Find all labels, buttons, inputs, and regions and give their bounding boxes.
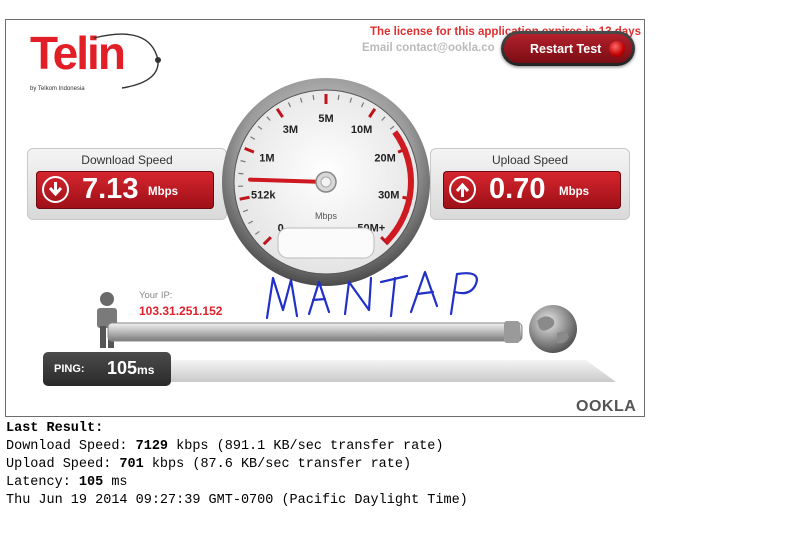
logo-subtitle: by Telkom Indonesia [30,86,85,92]
handwritten-mantap [265,270,478,320]
upload-panel: Upload Speed 0.70 Mbps [430,148,630,220]
download-value: 7.13 [82,173,139,205]
result-latency: Latency: 105 ms [6,475,128,490]
ping-value-group: 105ms [107,358,154,379]
gauge-scale-label: 30M [378,189,399,201]
gauge-scale-label: 5M [318,113,333,125]
record-dot-icon [609,41,625,57]
upload-readout: 0.70 Mbps [443,171,621,209]
ookla-logo: OOKLA [576,398,637,415]
tube-cap [504,321,520,343]
gauge-scale-label: 1M [259,153,274,165]
gauge-minor-tick [312,94,315,100]
result-timestamp: Thu Jun 19 2014 09:27:39 GMT-0700 (Pacif… [6,493,468,508]
gauge-scale-label: 512k [251,189,276,201]
download-readout: 7.13 Mbps [36,171,214,209]
restart-button-face: Restart Test [504,34,632,63]
globe-icon [529,305,577,353]
email-contact: Email contact@ookla.co [362,42,495,54]
ping-value: 105 [107,358,138,378]
restart-button-label: Restart Test [530,42,602,56]
gauge-scale-label: 10M [351,124,372,136]
ping-label: PING: [54,363,85,375]
gauge-minor-tick [337,94,340,100]
ip-address: 103.31.251.152 [139,304,223,318]
gauge-hub-cap [320,176,332,188]
connection-tube [107,322,523,342]
telin-logo: Telin by Telkom Indonesia [30,30,180,100]
arrow-down-icon [42,176,69,203]
gauge-scale-label: 20M [374,153,395,165]
upload-unit: Mbps [559,186,590,198]
result-upload: Upload Speed: 701 kbps (87.6 KB/sec tran… [6,457,412,472]
upload-value: 0.70 [489,173,546,205]
ip-label: Your IP: [139,290,173,301]
result-download: Download Speed: 7129 kbps (891.1 KB/sec … [6,439,444,454]
ping-box: PING: 105ms [43,352,171,386]
upload-title: Upload Speed [491,153,569,167]
result-heading: Last Result: [6,421,104,436]
last-result: Last Result: Download Speed: 7129 kbps (… [6,420,468,510]
download-panel: Download Speed 7.13 Mbps [27,148,227,220]
download-unit: Mbps [148,186,179,198]
arrow-up-icon [449,176,476,203]
speedtest-widget: Telin by Telkom Indonesia The license fo… [5,19,645,417]
gauge-needle [248,177,328,184]
restart-test-button[interactable]: Restart Test [501,31,635,66]
gauge-major-tick [239,195,250,201]
gauge-scale-label: 3M [283,124,298,136]
gauge-unit: Mbps [315,211,338,221]
ping-unit: ms [137,363,155,377]
download-title: Download Speed [81,153,173,167]
